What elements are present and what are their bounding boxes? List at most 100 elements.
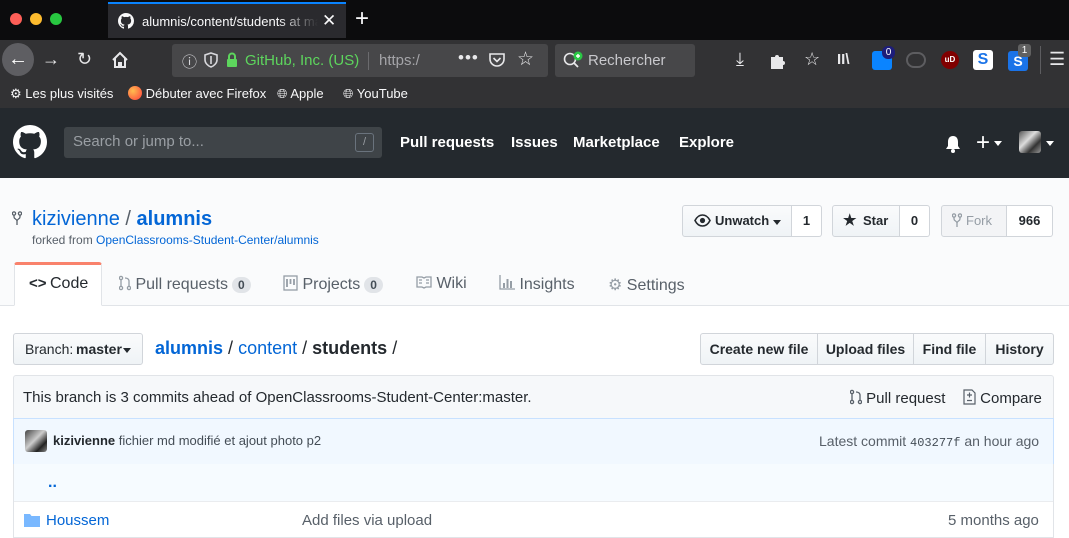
reading-list-icon[interactable]: ☆ bbox=[804, 49, 820, 69]
github-search-input[interactable]: Search or jump to... / bbox=[64, 127, 382, 158]
tab-settings[interactable]: ⚙ Settings bbox=[608, 275, 685, 295]
info-icon[interactable]: ⓘ bbox=[182, 51, 197, 72]
minimize-window-button[interactable] bbox=[30, 13, 42, 25]
unwatch-button[interactable]: Unwatch bbox=[682, 205, 792, 237]
new-tab-icon[interactable]: + bbox=[355, 5, 369, 33]
tab-insights[interactable]: Insights bbox=[499, 275, 575, 294]
repo-name-link[interactable]: alumnis bbox=[137, 208, 213, 230]
create-new-icon[interactable]: + bbox=[976, 129, 990, 157]
fork-source-link[interactable]: OpenClassrooms-Student-Center/alumnis bbox=[96, 233, 319, 247]
stargazers-count[interactable]: 0 bbox=[900, 205, 930, 237]
repo-title: kizivienne / alumnis bbox=[32, 208, 213, 230]
repo-owner-link[interactable]: kizivienne bbox=[32, 208, 120, 230]
commit-sha-link[interactable]: 403277f bbox=[910, 436, 960, 450]
hamburger-menu-icon[interactable]: ☰ bbox=[1049, 49, 1065, 69]
breadcrumb-root-link[interactable]: alumnis bbox=[155, 338, 223, 358]
forward-icon[interactable]: → bbox=[42, 49, 60, 69]
nav-pull-requests[interactable]: Pull requests bbox=[400, 134, 494, 151]
bookmark-apple[interactable]: 🌐︎ Apple bbox=[277, 86, 324, 102]
find-file-button[interactable]: Find file bbox=[913, 333, 986, 365]
pull-request-link[interactable]: Pull request bbox=[850, 389, 945, 407]
commit-author-avatar[interactable] bbox=[25, 430, 47, 452]
url-text[interactable]: https:/ bbox=[379, 52, 420, 69]
tab-code[interactable]: <> Code bbox=[14, 262, 102, 306]
home-icon[interactable] bbox=[111, 51, 129, 69]
branch-info-text: This branch is 3 commits ahead of OpenCl… bbox=[23, 389, 532, 406]
file-commit-message-link[interactable]: Add files via upload bbox=[302, 512, 432, 529]
commit-author-link[interactable]: kizivienne bbox=[53, 433, 115, 448]
book-icon bbox=[416, 275, 432, 289]
compare-link[interactable]: Compare bbox=[963, 389, 1042, 407]
file-name-link[interactable]: Houssem bbox=[46, 512, 109, 529]
tab-pull-requests[interactable]: Pull requests 0 bbox=[119, 275, 251, 294]
arrow-left-icon: ← bbox=[8, 48, 28, 70]
file-list: .. Houssem Add files via upload 5 months… bbox=[13, 464, 1054, 538]
browser-search-bar[interactable]: Rechercher bbox=[555, 44, 695, 77]
commit-time: an hour ago bbox=[964, 433, 1040, 449]
branch-select-button[interactable]: Branch: master bbox=[13, 333, 143, 365]
parent-dir-link[interactable]: .. bbox=[48, 474, 57, 492]
commit-message-link[interactable]: fichier md modifié et ajout photo p2 bbox=[119, 433, 321, 448]
page-actions-icon[interactable]: ••• bbox=[458, 48, 479, 68]
bookmark-youtube[interactable]: 🌐︎ YouTube bbox=[343, 86, 408, 102]
nav-marketplace[interactable]: Marketplace bbox=[573, 134, 660, 151]
eye-icon bbox=[694, 214, 711, 227]
search-placeholder: Search or jump to... bbox=[73, 133, 204, 150]
globe-icon: 🌐︎ bbox=[343, 86, 354, 101]
breadcrumb: alumnis / content / students / bbox=[155, 338, 398, 358]
breadcrumb-current: students bbox=[312, 338, 388, 358]
git-pull-request-icon bbox=[119, 275, 131, 291]
close-tab-icon[interactable]: ✕ bbox=[322, 11, 336, 31]
star-button[interactable]: ★ Star bbox=[832, 205, 900, 237]
extension-grey-icon[interactable] bbox=[906, 52, 926, 68]
forks-count[interactable]: 966 bbox=[1007, 205, 1053, 237]
chevron-down-icon bbox=[994, 141, 1002, 146]
zoom-window-button[interactable] bbox=[50, 13, 62, 25]
bookmarks-toolbar: ⚙ Les plus visités Débuter avec Firefox … bbox=[0, 82, 1069, 108]
back-button[interactable]: ← bbox=[2, 43, 34, 76]
user-avatar[interactable] bbox=[1019, 131, 1041, 153]
chevron-down-icon bbox=[1046, 141, 1054, 146]
repo-forked-icon bbox=[12, 211, 22, 227]
latest-commit-bar: kizivienne fichier md modifié et ajout p… bbox=[13, 418, 1054, 465]
url-bar[interactable]: ⓘ GitHub, Inc. (US) https:/ ••• ☆ bbox=[172, 44, 548, 77]
browser-titlebar: alumnis/content/students at ma ✕ + bbox=[0, 0, 1069, 40]
tab-projects[interactable]: Projects 0 bbox=[283, 275, 383, 294]
pocket-icon[interactable] bbox=[488, 52, 506, 68]
nav-issues[interactable]: Issues bbox=[511, 134, 558, 151]
github-logo-icon[interactable] bbox=[13, 125, 47, 159]
library-icon[interactable]: II\ bbox=[837, 50, 850, 70]
extensions-puzzle-icon[interactable] bbox=[768, 51, 788, 71]
nav-explore[interactable]: Explore bbox=[679, 134, 734, 151]
tracking-shield-icon[interactable] bbox=[204, 52, 218, 68]
github-header: Search or jump to... / Pull requests Iss… bbox=[0, 108, 1069, 178]
history-button[interactable]: History bbox=[985, 333, 1054, 365]
site-identity[interactable]: GitHub, Inc. (US) bbox=[245, 52, 359, 69]
code-icon: <> bbox=[29, 275, 47, 292]
ublock-icon[interactable]: uD bbox=[941, 51, 959, 69]
diff-icon bbox=[963, 389, 976, 405]
breadcrumb-content-link[interactable]: content bbox=[238, 338, 297, 358]
watchers-count[interactable]: 1 bbox=[792, 205, 822, 237]
repository-header: kizivienne / alumnis forked from OpenCla… bbox=[0, 178, 1069, 306]
folder-icon bbox=[24, 513, 40, 527]
latest-commit-info: Latest commit 403277f an hour ago bbox=[819, 433, 1040, 450]
fork-button[interactable]: Fork bbox=[941, 205, 1007, 237]
reload-icon[interactable]: ↻ bbox=[77, 49, 92, 69]
browser-tab[interactable]: alumnis/content/students at ma ✕ bbox=[108, 2, 346, 38]
globe-icon: 🌐︎ bbox=[277, 86, 288, 101]
parent-dir-row[interactable]: .. bbox=[14, 464, 1053, 502]
create-new-file-button[interactable]: Create new file bbox=[700, 333, 818, 365]
table-row: Houssem Add files via upload 5 months ag… bbox=[14, 502, 1053, 538]
bell-icon[interactable] bbox=[945, 135, 961, 153]
download-icon[interactable]: ⤓ bbox=[736, 49, 744, 69]
upload-files-button[interactable]: Upload files bbox=[817, 333, 914, 365]
bookmark-most-visited[interactable]: ⚙ Les plus visités bbox=[10, 86, 113, 102]
star-icon: ★ bbox=[843, 212, 857, 229]
tab-wiki[interactable]: Wiki bbox=[416, 275, 467, 293]
close-window-button[interactable] bbox=[10, 13, 22, 25]
gear-icon: ⚙ bbox=[10, 86, 22, 101]
extension-s-icon[interactable]: S bbox=[973, 50, 993, 70]
bookmark-star-icon[interactable]: ☆ bbox=[517, 48, 534, 71]
bookmark-firefox[interactable]: Débuter avec Firefox bbox=[128, 86, 266, 101]
